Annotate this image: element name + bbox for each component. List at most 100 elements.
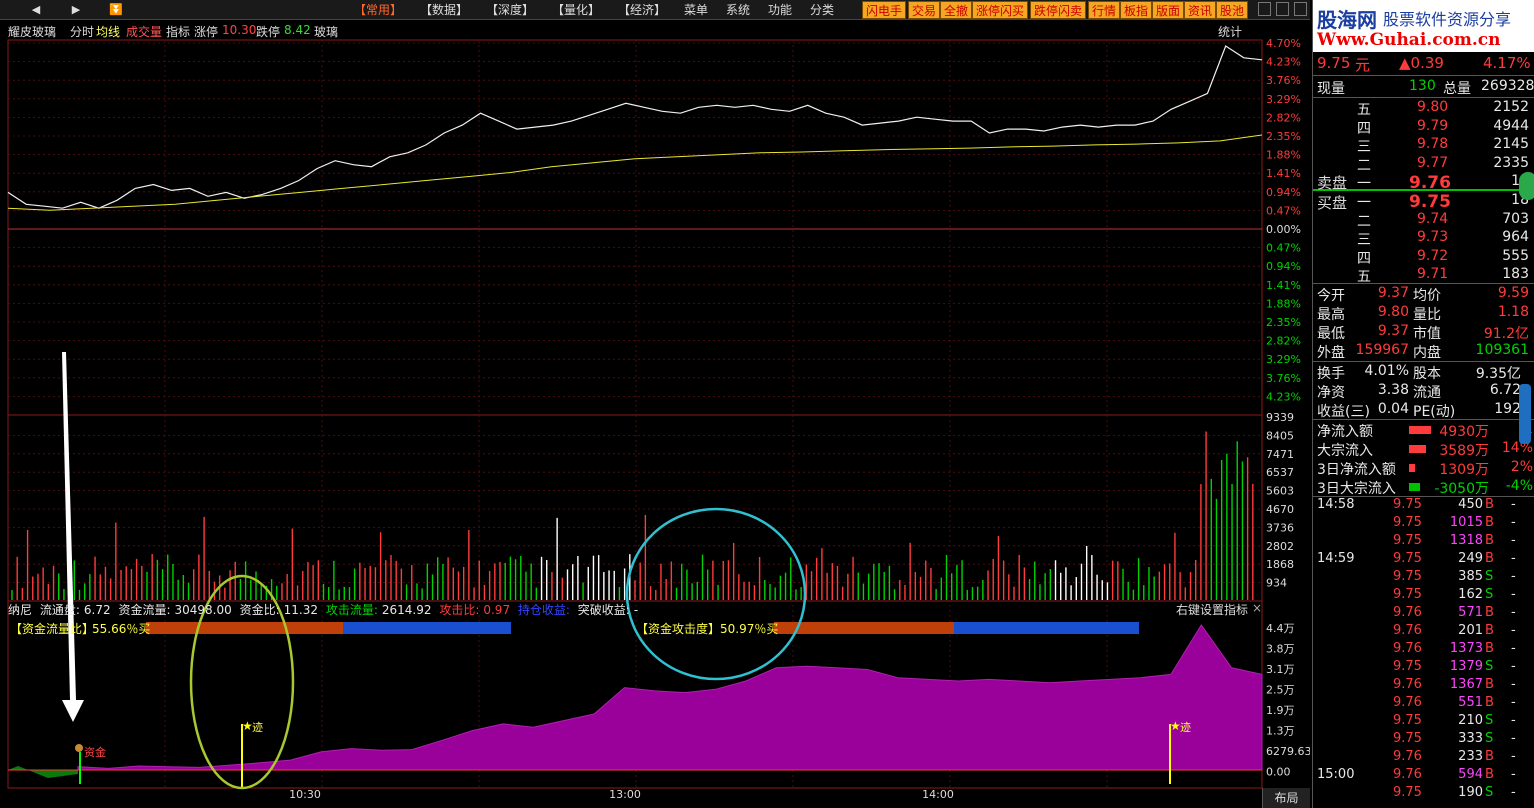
- tick-side: B: [1485, 695, 1494, 710]
- price-axis-label: 2.35%: [1266, 130, 1301, 143]
- stat-label: 均价: [1413, 288, 1441, 304]
- price-axis-label: 4.23%: [1266, 390, 1301, 403]
- fund-axis-label: 2.5万: [1266, 684, 1295, 697]
- tick-row[interactable]: 9.75 1379 S -: [1313, 659, 1534, 678]
- tick-dash: -: [1511, 497, 1516, 512]
- flow-value: 30498.00: [174, 603, 232, 617]
- flow-value: -3050万: [1434, 481, 1489, 497]
- tick-row[interactable]: 9.76 551 B -: [1313, 695, 1534, 714]
- tick-row[interactable]: 9.75 1318 B -: [1313, 533, 1534, 552]
- intraday-chart[interactable]: 4.70% 4.23% 3.76% 3.29% 2.82% 2.35% 1.88% 1.41%…: [0, 38, 1310, 808]
- divider: [1313, 361, 1534, 362]
- divider: [1313, 75, 1534, 76]
- stats-row[interactable]: 最高 9.80 量比 1.18: [1313, 304, 1534, 323]
- menu-quant[interactable]: 【量化】: [552, 2, 600, 18]
- menu-economy[interactable]: 【经济】: [618, 2, 666, 18]
- close-icon[interactable]: [1294, 2, 1307, 16]
- tick-price: 9.75: [1393, 713, 1422, 728]
- tick-row[interactable]: 9.75 333 S -: [1313, 731, 1534, 750]
- ask-row[interactable]: 四 9.79 4944: [1313, 118, 1534, 137]
- tick-volume: 1379: [1449, 659, 1483, 674]
- tick-row[interactable]: 15:00 9.76 594 B -: [1313, 767, 1534, 786]
- flash-trade-button[interactable]: 闪电手: [862, 1, 907, 19]
- tick-volume: 162: [1458, 587, 1483, 602]
- tick-row[interactable]: 9.76 571 B -: [1313, 605, 1534, 624]
- menu-depth[interactable]: 【深度】: [486, 2, 534, 18]
- limit-up-buy-button[interactable]: 涨停闪买: [972, 1, 1029, 19]
- price-axis-label: 2.82%: [1266, 111, 1301, 124]
- ask-row[interactable]: 五 9.80 2152: [1313, 99, 1534, 118]
- indicator-close-icon[interactable]: ×: [1252, 601, 1262, 615]
- bid-row[interactable]: 四 9.72 555: [1313, 248, 1534, 267]
- menu-common[interactable]: 【常用】: [354, 2, 402, 18]
- forward-arrow-icon[interactable]: ▶: [64, 1, 88, 18]
- restore-icon[interactable]: [1276, 2, 1289, 16]
- stats-row[interactable]: 今开 9.37 均价 9.59: [1313, 285, 1534, 304]
- flow-row[interactable]: 3日净流入额 1309万 2%: [1313, 459, 1534, 478]
- bid-row[interactable]: 一 9.75 18: [1313, 192, 1534, 212]
- back-arrow-icon[interactable]: ◀: [24, 1, 48, 18]
- flow-row[interactable]: 净流入额4930万1: [1313, 421, 1534, 440]
- tick-row[interactable]: 9.76 1367 B -: [1313, 677, 1534, 696]
- menu-function[interactable]: 功能: [768, 2, 792, 18]
- tick-dash: -: [1511, 569, 1516, 584]
- price-axis-label: 0.94%: [1266, 186, 1301, 199]
- menu-system[interactable]: 系统: [726, 2, 750, 18]
- tick-price: 9.76: [1393, 695, 1422, 710]
- tick-volume: 190: [1458, 785, 1483, 800]
- tick-row[interactable]: 9.76 1373 B -: [1313, 641, 1534, 660]
- stat-label: 换手: [1317, 366, 1345, 382]
- menu-data[interactable]: 【数据】: [420, 2, 468, 18]
- minimize-icon[interactable]: [1258, 2, 1271, 16]
- last-price: 9.75: [1317, 54, 1351, 72]
- tick-dash: -: [1511, 533, 1516, 548]
- layout-button[interactable]: 版面: [1152, 1, 1185, 19]
- fund-flow-area: [77, 624, 1263, 771]
- ask-row[interactable]: 三 9.78 2145: [1313, 136, 1534, 155]
- stats-row[interactable]: 换手 4.01% 股本 9.35亿: [1313, 363, 1534, 382]
- tick-row[interactable]: 9.75 1015 B -: [1313, 515, 1534, 534]
- tick-price: 9.75: [1393, 731, 1422, 746]
- tick-price: 9.75: [1393, 515, 1422, 530]
- tick-volume: 1367: [1449, 677, 1483, 692]
- limit-down-sell-button[interactable]: 跌停闪卖: [1030, 1, 1087, 19]
- stats-row[interactable]: 净资 3.38 流通 6.72: [1313, 382, 1534, 401]
- index-button[interactable]: 板指: [1120, 1, 1153, 19]
- indicator-settings-link[interactable]: 右键设置指标: [1176, 601, 1248, 618]
- flow-row[interactable]: 大宗流入 3589万 14%: [1313, 440, 1534, 459]
- tick-row[interactable]: 14:59 9.75 249 B -: [1313, 551, 1534, 570]
- menu-category[interactable]: 分类: [810, 2, 834, 18]
- news-button[interactable]: 资讯: [1184, 1, 1217, 19]
- stock-pool-button[interactable]: 股池: [1216, 1, 1249, 19]
- tick-row[interactable]: 9.75 210 S -: [1313, 713, 1534, 732]
- tick-row[interactable]: 9.76 201 B -: [1313, 623, 1534, 642]
- flow-row[interactable]: 3日大宗流入 -3050万 -4%: [1313, 478, 1534, 497]
- ask-volume: 2335: [1493, 154, 1529, 171]
- cancel-all-button[interactable]: 全撤: [940, 1, 973, 19]
- stats-row[interactable]: 最低 9.37 市值 91.2亿: [1313, 323, 1534, 342]
- bid-row[interactable]: 三 9.73 964: [1313, 229, 1534, 248]
- flow-bar: [1409, 426, 1431, 434]
- trade-button[interactable]: 交易: [908, 1, 941, 19]
- tick-row[interactable]: 9.76 233 B -: [1313, 749, 1534, 768]
- price-axis-label: 0.94%: [1266, 260, 1301, 273]
- tick-row[interactable]: 9.75 190 S -: [1313, 785, 1534, 804]
- tick-row[interactable]: 9.75 385 S -: [1313, 569, 1534, 588]
- flow-bar: [1409, 483, 1420, 491]
- tick-volume: 551: [1458, 695, 1483, 710]
- price-axis-label: 2.35%: [1266, 316, 1301, 329]
- stats-row[interactable]: 外盘 159967 内盘 109361: [1313, 342, 1534, 361]
- ask-row[interactable]: 二 9.77 2335: [1313, 155, 1534, 174]
- tick-row[interactable]: 14:58 9.75 450 B -: [1313, 497, 1534, 516]
- expand-down-icon[interactable]: ⏬: [104, 1, 128, 18]
- tick-price: 9.75: [1393, 659, 1422, 674]
- stats-row[interactable]: 收益(三) 0.04 PE(动) 192: [1313, 401, 1534, 420]
- tick-price: 9.75: [1393, 497, 1422, 512]
- scrollbar-thumb[interactable]: [1519, 384, 1531, 444]
- tick-row[interactable]: 9.75 162 S -: [1313, 587, 1534, 606]
- bid-row[interactable]: 二 9.74 703: [1313, 211, 1534, 230]
- menu-main[interactable]: 菜单: [684, 2, 708, 18]
- scroll-badge[interactable]: [1519, 172, 1534, 200]
- quotes-button[interactable]: 行情: [1088, 1, 1121, 19]
- layout-tab[interactable]: 布局: [1262, 788, 1310, 808]
